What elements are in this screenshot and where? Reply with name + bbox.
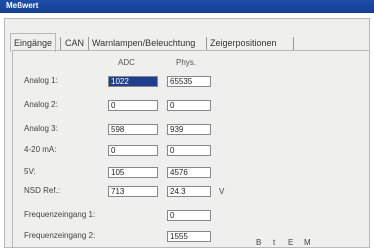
tab-can[interactable]: CAN bbox=[65, 36, 84, 51]
phys-field-frequenzeingang-1[interactable]: 0 bbox=[167, 210, 211, 221]
row-label-frequenzeingang-1: Frequenzeingang 1: bbox=[24, 210, 96, 219]
phys-field-5v[interactable]: 4576 bbox=[167, 167, 211, 178]
row-label-analog-2: Analog 2: bbox=[24, 100, 58, 109]
row-label-frequenzeingang-2: Frequenzeingang 2: bbox=[24, 231, 96, 240]
row-label-4-20ma: 4-20 mA: bbox=[24, 145, 57, 154]
row-label-5v: 5V: bbox=[24, 167, 36, 176]
column-header-adc: ADC bbox=[118, 58, 135, 67]
tab-separator bbox=[60, 37, 61, 50]
dialog-window: Meßwert Eingänge CAN Warnlampen/Beleucht… bbox=[0, 0, 374, 248]
toolbar-icon-m[interactable]: M bbox=[304, 238, 311, 247]
tab-separator bbox=[88, 37, 89, 50]
unit-label-nsd-ref: V bbox=[219, 187, 225, 196]
adc-field-analog-3[interactable]: 598 bbox=[108, 124, 158, 135]
row-label-nsd-ref: NSD Ref.: bbox=[24, 186, 61, 195]
phys-field-analog-2[interactable]: 0 bbox=[167, 100, 211, 111]
toolbar-icon-e[interactable]: E bbox=[288, 238, 293, 247]
row-label-analog-3: Analog 3: bbox=[24, 124, 58, 133]
adc-field-4-20ma[interactable]: 0 bbox=[108, 145, 158, 156]
window-title: Meßwert bbox=[6, 1, 39, 10]
tab-separator bbox=[293, 37, 294, 50]
phys-field-analog-1[interactable]: 65535 bbox=[167, 76, 211, 87]
adc-field-analog-2[interactable]: 0 bbox=[108, 100, 158, 111]
tab-separator bbox=[206, 37, 207, 50]
phys-field-frequenzeingang-2[interactable]: 1555 bbox=[167, 231, 211, 242]
row-label-analog-1: Analog 1: bbox=[24, 76, 58, 85]
adc-field-nsd-ref[interactable]: 713 bbox=[108, 186, 158, 197]
column-header-phys: Phys. bbox=[176, 58, 197, 67]
phys-field-analog-3[interactable]: 939 bbox=[167, 124, 211, 135]
phys-field-4-20ma[interactable]: 0 bbox=[167, 145, 211, 156]
toolbar-icon-t[interactable]: t bbox=[273, 238, 275, 247]
toolbar-icon-b[interactable]: B bbox=[256, 238, 261, 247]
tab-warnlampen[interactable]: Warnlampen/Beleuchtung bbox=[92, 36, 195, 51]
adc-field-analog-1[interactable]: 1022 bbox=[108, 76, 158, 87]
tab-zeigerpositionen[interactable]: Zeigerpositionen bbox=[210, 36, 277, 51]
title-bar[interactable]: Meßwert bbox=[0, 0, 374, 13]
adc-field-5v[interactable]: 105 bbox=[108, 167, 158, 178]
phys-field-nsd-ref[interactable]: 24.3 bbox=[167, 186, 211, 197]
